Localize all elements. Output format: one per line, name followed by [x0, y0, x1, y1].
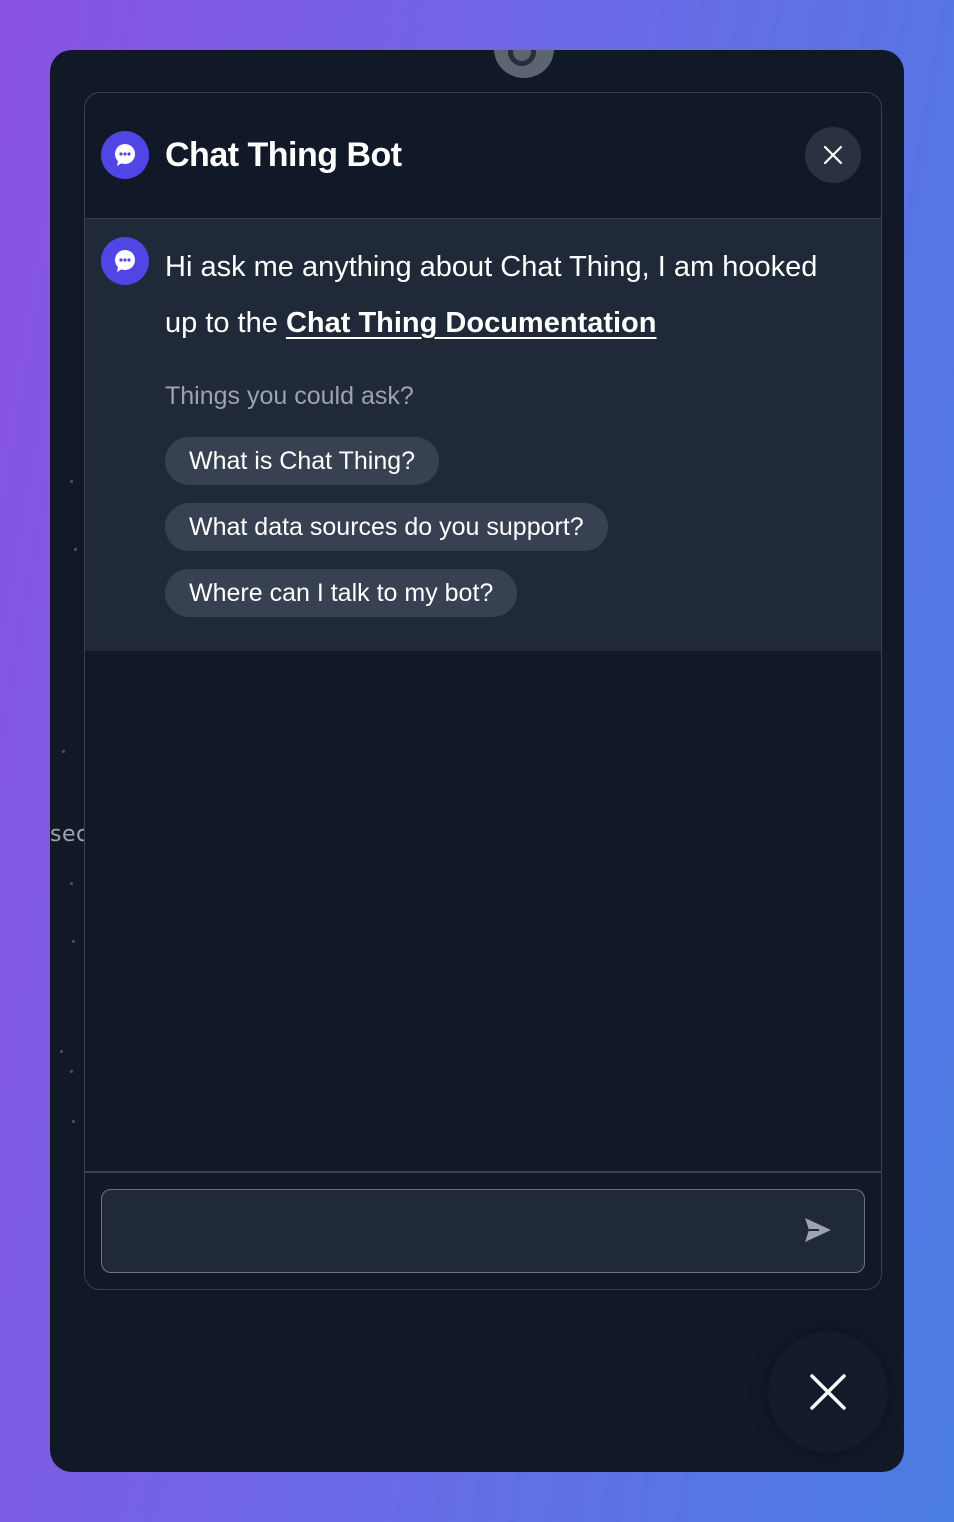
divider [85, 1171, 881, 1173]
background-dot [74, 548, 77, 551]
background-dot [70, 1070, 73, 1073]
chat-bubble-icon [101, 131, 149, 179]
chat-title: Chat Thing Bot [165, 136, 402, 174]
close-icon [810, 1374, 846, 1410]
background-partial-text: sec [50, 822, 89, 847]
chat-bubble-icon [101, 237, 149, 285]
chat-header: Chat Thing Bot [85, 93, 881, 219]
suggestion-chip[interactable]: What data sources do you support? [165, 503, 608, 551]
send-button[interactable] [800, 1212, 836, 1248]
bot-welcome-message: Hi ask me anything about Chat Thing, I a… [85, 219, 881, 651]
suggestion-list: What is Chat Thing? What data sources do… [165, 437, 608, 617]
background-dot [72, 1120, 75, 1123]
message-text: Hi ask me anything about Chat Thing, I a… [165, 239, 855, 351]
chat-panel: Chat Thing Bot Hi ask me anything about … [84, 92, 882, 1290]
documentation-link[interactable]: Chat Thing Documentation [286, 307, 657, 339]
message-composer [101, 1189, 865, 1273]
at-sign-icon [494, 50, 554, 78]
background-dot [60, 1050, 63, 1053]
suggestion-chip[interactable]: Where can I talk to my bot? [165, 569, 518, 617]
suggestions-label: Things you could ask? [165, 382, 414, 410]
background-dot [62, 750, 65, 753]
chat-widget-window: sec Chat Thing Bot Hi ask me anything ab… [50, 50, 904, 1472]
background-dot [70, 480, 73, 483]
close-icon [823, 145, 843, 165]
message-area[interactable] [85, 651, 881, 1173]
send-icon [805, 1218, 831, 1242]
close-chat-button[interactable] [805, 127, 861, 183]
suggestion-chip[interactable]: What is Chat Thing? [165, 437, 440, 485]
background-dot [72, 940, 75, 943]
launcher-close-button[interactable] [768, 1332, 888, 1452]
background-dot [70, 882, 73, 885]
message-input[interactable] [122, 1190, 786, 1272]
